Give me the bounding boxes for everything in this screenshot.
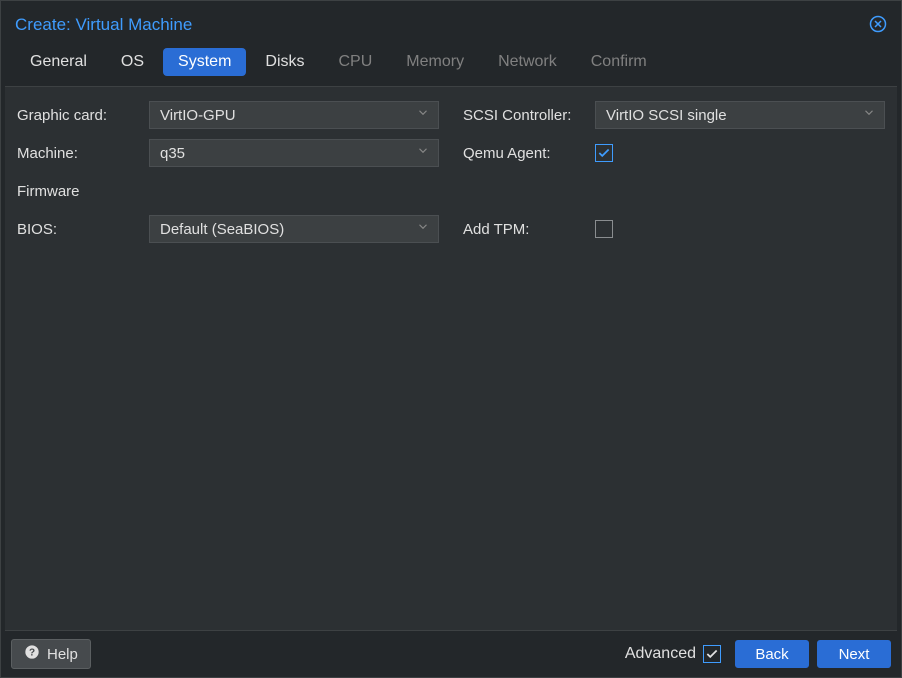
next-button[interactable]: Next (817, 640, 891, 668)
form-column-left: Graphic card: VirtIO-GPU Machine: q35 (17, 101, 439, 243)
dropdown-value: Default (SeaBIOS) (160, 221, 284, 238)
chevron-down-icon (416, 106, 430, 125)
label-qemu-agent: Qemu Agent: (463, 145, 595, 162)
tab-network: Network (483, 48, 572, 76)
chevron-down-icon (416, 220, 430, 239)
dropdown-graphic-card[interactable]: VirtIO-GPU (149, 101, 439, 129)
help-icon: ? (24, 644, 40, 664)
row-scsi-controller: SCSI Controller: VirtIO SCSI single (463, 101, 885, 129)
advanced-toggle[interactable]: Advanced (625, 645, 721, 663)
row-qemu-agent: Qemu Agent: (463, 139, 885, 167)
dialog-header: Create: Virtual Machine (1, 1, 901, 48)
dialog-body: Graphic card: VirtIO-GPU Machine: q35 (5, 86, 897, 631)
back-button[interactable]: Back (735, 640, 809, 668)
chevron-down-icon (416, 144, 430, 163)
checkbox-advanced[interactable] (703, 645, 721, 663)
form-columns: Graphic card: VirtIO-GPU Machine: q35 (17, 101, 885, 243)
tab-os[interactable]: OS (106, 48, 159, 76)
dropdown-value: VirtIO SCSI single (606, 107, 727, 124)
row-add-tpm: Add TPM: (463, 215, 885, 243)
tab-bar: General OS System Disks CPU Memory Netwo… (1, 48, 901, 86)
checkbox-add-tpm[interactable] (595, 220, 613, 238)
tab-confirm: Confirm (576, 48, 662, 76)
tab-general[interactable]: General (15, 48, 102, 76)
dialog-title: Create: Virtual Machine (15, 15, 192, 35)
label-graphic-card: Graphic card: (17, 107, 149, 124)
close-icon[interactable] (869, 15, 887, 33)
tab-system[interactable]: System (163, 48, 246, 76)
row-bios: BIOS: Default (SeaBIOS) (17, 215, 439, 243)
spacer-firmware-right (463, 177, 885, 205)
label-bios: BIOS: (17, 221, 149, 238)
tab-cpu: CPU (324, 48, 388, 76)
label-scsi-controller: SCSI Controller: (463, 107, 595, 124)
create-vm-dialog: Create: Virtual Machine General OS Syste… (0, 0, 902, 678)
dropdown-value: VirtIO-GPU (160, 107, 236, 124)
svg-text:?: ? (29, 647, 35, 658)
form-column-right: SCSI Controller: VirtIO SCSI single Qemu… (463, 101, 885, 243)
section-firmware: Firmware (17, 177, 439, 205)
tab-disks[interactable]: Disks (250, 48, 319, 76)
dialog-footer: ? Help Advanced Back Next (1, 631, 901, 677)
row-graphic-card: Graphic card: VirtIO-GPU (17, 101, 439, 129)
help-button[interactable]: ? Help (11, 639, 91, 669)
dropdown-machine[interactable]: q35 (149, 139, 439, 167)
label-machine: Machine: (17, 145, 149, 162)
checkbox-qemu-agent[interactable] (595, 144, 613, 162)
help-button-label: Help (47, 646, 78, 663)
tab-memory: Memory (391, 48, 479, 76)
dropdown-scsi-controller[interactable]: VirtIO SCSI single (595, 101, 885, 129)
dropdown-bios[interactable]: Default (SeaBIOS) (149, 215, 439, 243)
advanced-label: Advanced (625, 645, 696, 663)
chevron-down-icon (862, 106, 876, 125)
label-add-tpm: Add TPM: (463, 221, 595, 238)
dropdown-value: q35 (160, 145, 185, 162)
row-machine: Machine: q35 (17, 139, 439, 167)
